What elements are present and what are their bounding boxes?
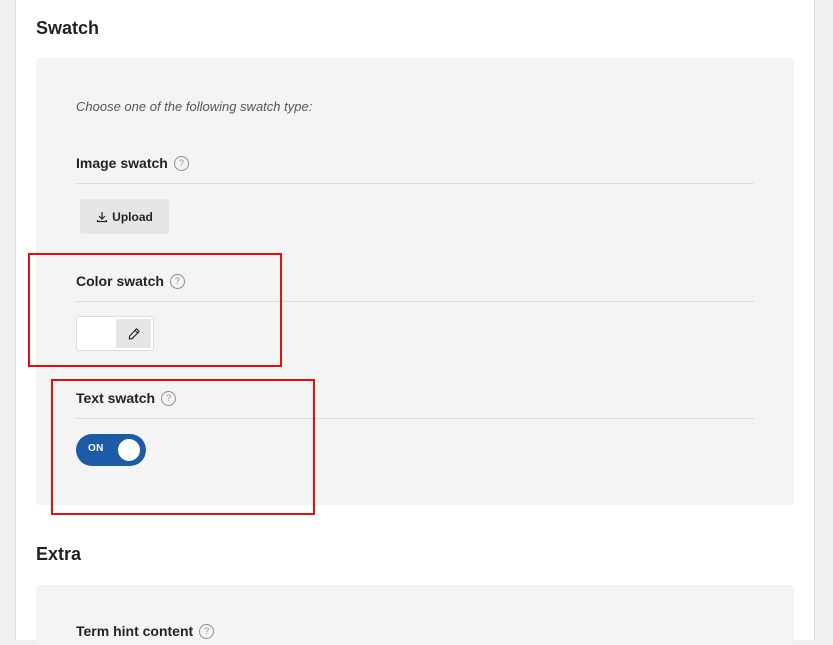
help-icon[interactable]: ? (161, 390, 177, 406)
eyedropper-icon (128, 327, 140, 340)
image-swatch-label: Image swatch (76, 155, 168, 171)
toggle-state-label: ON (88, 443, 104, 454)
download-arrow-icon (97, 211, 108, 222)
eyedropper-button[interactable] (116, 319, 151, 348)
text-swatch-divider (76, 418, 754, 419)
color-swatch-label: Color swatch (76, 273, 164, 289)
help-icon[interactable]: ? (199, 623, 215, 639)
image-swatch-divider (76, 183, 754, 184)
swatch-intro-text: Choose one of the following swatch type: (76, 99, 313, 114)
swatch-section-title: Swatch (36, 18, 100, 38)
text-swatch-label-row: Text swatch ? (76, 390, 177, 406)
help-icon[interactable]: ? (173, 155, 189, 171)
settings-page: Swatch Choose one of the following swatc… (15, 0, 815, 645)
term-hint-label-row: Term hint content ? (76, 623, 215, 639)
upload-button-label: Upload (112, 209, 153, 224)
color-preview[interactable] (78, 318, 116, 349)
extra-panel: Term hint content ? (36, 585, 794, 645)
color-swatch-label-row: Color swatch ? (76, 273, 185, 289)
text-swatch-label: Text swatch (76, 390, 156, 406)
term-hint-label: Term hint content (76, 623, 194, 639)
image-swatch-label-row: Image swatch ? (76, 155, 189, 171)
color-picker[interactable] (76, 316, 154, 351)
text-swatch-toggle[interactable]: ON (76, 434, 146, 466)
toggle-knob (118, 439, 140, 461)
extra-section-title: Extra (36, 544, 82, 564)
color-swatch-divider (76, 301, 754, 302)
swatch-panel: Choose one of the following swatch type:… (36, 58, 794, 505)
help-icon[interactable]: ? (169, 273, 185, 289)
upload-button[interactable]: Upload (80, 199, 169, 234)
